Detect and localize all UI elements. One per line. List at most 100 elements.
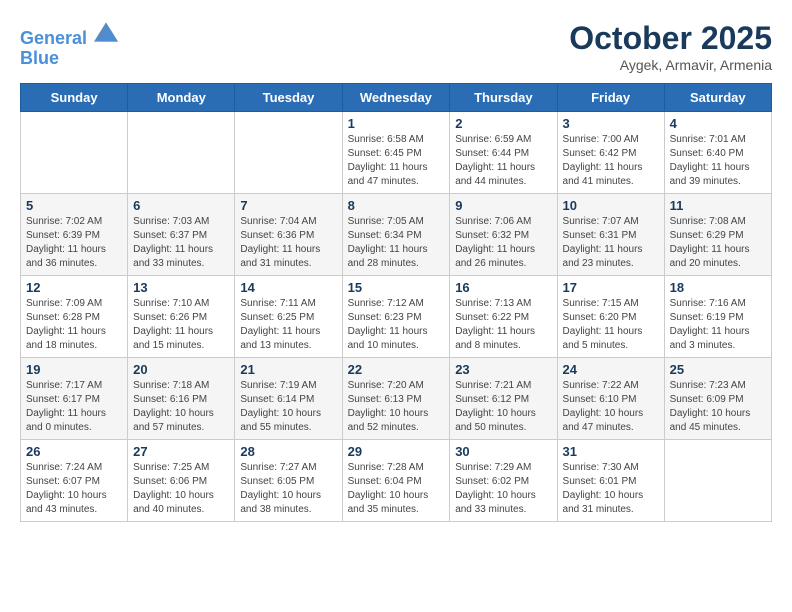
day-info: Sunrise: 7:16 AM Sunset: 6:19 PM Dayligh… xyxy=(670,297,766,353)
day-number: 29 xyxy=(348,444,445,459)
day-header-thursday: Thursday xyxy=(450,84,557,112)
calendar-cell: 22Sunrise: 7:20 AM Sunset: 6:13 PM Dayli… xyxy=(342,358,450,440)
calendar-cell: 14 Sunrise: 7:11 AM Sunset: 6:25 PM Dayli… xyxy=(235,276,342,358)
day-info: Sunrise: 7:24 AM Sunset: 6:07 PM Dayligh… xyxy=(26,461,122,517)
logo-icon xyxy=(94,20,118,44)
page-header: General Blue October 2025 Aygek, Armavir… xyxy=(20,20,772,73)
day-number: 2 xyxy=(455,116,551,131)
day-number: 3 xyxy=(563,116,659,131)
calendar-cell: 8 Sunrise: 7:05 AM Sunset: 6:34 PM Daylig… xyxy=(342,194,450,276)
calendar-cell: 25 Sunrise: 7:23 AM Sunset: 6:09 PM Dayli… xyxy=(664,358,771,440)
day-info: Sunrise: 6:59 AM Sunset: 6:44 PM Dayligh… xyxy=(455,133,551,189)
calendar-cell: 23Sunrise: 7:21 AM Sunset: 6:12 PM Dayli… xyxy=(450,358,557,440)
day-info: Sunrise: 7:03 AM Sunset: 6:37 PM Dayligh… xyxy=(133,215,229,271)
day-number: 27 xyxy=(133,444,229,459)
day-number: 13 xyxy=(133,280,229,295)
week-row-1: 1Sunrise: 6:58 AM Sunset: 6:45 PM Daylig… xyxy=(21,112,772,194)
day-info: Sunrise: 7:30 AM Sunset: 6:01 PM Dayligh… xyxy=(563,461,659,517)
day-info: Sunrise: 7:06 AM Sunset: 6:32 PM Dayligh… xyxy=(455,215,551,271)
day-info: Sunrise: 7:04 AM Sunset: 6:36 PM Dayligh… xyxy=(240,215,336,271)
calendar-cell xyxy=(21,112,128,194)
logo-blue: Blue xyxy=(20,48,59,68)
calendar-cell xyxy=(128,112,235,194)
calendar-cell: 5 Sunrise: 7:02 AM Sunset: 6:39 PM Daylig… xyxy=(21,194,128,276)
day-number: 21 xyxy=(240,362,336,377)
day-header-tuesday: Tuesday xyxy=(235,84,342,112)
day-number: 5 xyxy=(26,198,122,213)
day-info: Sunrise: 7:23 AM Sunset: 6:09 PM Dayligh… xyxy=(670,379,766,435)
week-row-4: 19Sunrise: 7:17 AM Sunset: 6:17 PM Dayli… xyxy=(21,358,772,440)
calendar-cell: 16Sunrise: 7:13 AM Sunset: 6:22 PM Dayli… xyxy=(450,276,557,358)
logo-general: General xyxy=(20,28,87,48)
day-info: Sunrise: 7:07 AM Sunset: 6:31 PM Dayligh… xyxy=(563,215,659,271)
logo-text: General Blue xyxy=(20,20,118,69)
day-header-wednesday: Wednesday xyxy=(342,84,450,112)
day-number: 9 xyxy=(455,198,551,213)
calendar-cell: 2 Sunrise: 6:59 AM Sunset: 6:44 PM Daylig… xyxy=(450,112,557,194)
day-info: Sunrise: 7:27 AM Sunset: 6:05 PM Dayligh… xyxy=(240,461,336,517)
day-number: 7 xyxy=(240,198,336,213)
calendar-cell: 3Sunrise: 7:00 AM Sunset: 6:42 PM Daylig… xyxy=(557,112,664,194)
day-info: Sunrise: 7:09 AM Sunset: 6:28 PM Dayligh… xyxy=(26,297,122,353)
day-number: 18 xyxy=(670,280,766,295)
day-info: Sunrise: 7:29 AM Sunset: 6:02 PM Dayligh… xyxy=(455,461,551,517)
calendar-cell: 15Sunrise: 7:12 AM Sunset: 6:23 PM Dayli… xyxy=(342,276,450,358)
day-number: 28 xyxy=(240,444,336,459)
day-number: 20 xyxy=(133,362,229,377)
day-number: 24 xyxy=(563,362,659,377)
day-info: Sunrise: 7:28 AM Sunset: 6:04 PM Dayligh… xyxy=(348,461,445,517)
day-number: 8 xyxy=(348,198,445,213)
day-number: 31 xyxy=(563,444,659,459)
header-row: SundayMondayTuesdayWednesdayThursdayFrid… xyxy=(21,84,772,112)
calendar-cell: 9 Sunrise: 7:06 AM Sunset: 6:32 PM Daylig… xyxy=(450,194,557,276)
week-row-5: 26 Sunrise: 7:24 AM Sunset: 6:07 PM Dayli… xyxy=(21,440,772,522)
day-number: 19 xyxy=(26,362,122,377)
calendar-cell: 31 Sunrise: 7:30 AM Sunset: 6:01 PM Dayli… xyxy=(557,440,664,522)
day-header-friday: Friday xyxy=(557,84,664,112)
day-info: Sunrise: 6:58 AM Sunset: 6:45 PM Dayligh… xyxy=(348,133,445,189)
calendar-cell: 19Sunrise: 7:17 AM Sunset: 6:17 PM Dayli… xyxy=(21,358,128,440)
day-number: 4 xyxy=(670,116,766,131)
calendar-cell xyxy=(235,112,342,194)
calendar-cell: 10Sunrise: 7:07 AM Sunset: 6:31 PM Dayli… xyxy=(557,194,664,276)
calendar-cell: 30Sunrise: 7:29 AM Sunset: 6:02 PM Dayli… xyxy=(450,440,557,522)
day-info: Sunrise: 7:19 AM Sunset: 6:14 PM Dayligh… xyxy=(240,379,336,435)
calendar-cell: 21 Sunrise: 7:19 AM Sunset: 6:14 PM Dayli… xyxy=(235,358,342,440)
day-info: Sunrise: 7:15 AM Sunset: 6:20 PM Dayligh… xyxy=(563,297,659,353)
calendar-cell: 1Sunrise: 6:58 AM Sunset: 6:45 PM Daylig… xyxy=(342,112,450,194)
month-title: October 2025 xyxy=(569,20,772,57)
day-info: Sunrise: 7:18 AM Sunset: 6:16 PM Dayligh… xyxy=(133,379,229,435)
calendar-cell: 7 Sunrise: 7:04 AM Sunset: 6:36 PM Daylig… xyxy=(235,194,342,276)
day-info: Sunrise: 7:21 AM Sunset: 6:12 PM Dayligh… xyxy=(455,379,551,435)
day-header-monday: Monday xyxy=(128,84,235,112)
day-number: 11 xyxy=(670,198,766,213)
day-info: Sunrise: 7:05 AM Sunset: 6:34 PM Dayligh… xyxy=(348,215,445,271)
day-info: Sunrise: 7:08 AM Sunset: 6:29 PM Dayligh… xyxy=(670,215,766,271)
day-info: Sunrise: 7:22 AM Sunset: 6:10 PM Dayligh… xyxy=(563,379,659,435)
day-info: Sunrise: 7:25 AM Sunset: 6:06 PM Dayligh… xyxy=(133,461,229,517)
day-number: 12 xyxy=(26,280,122,295)
day-header-saturday: Saturday xyxy=(664,84,771,112)
day-number: 14 xyxy=(240,280,336,295)
calendar-cell: 24 Sunrise: 7:22 AM Sunset: 6:10 PM Dayli… xyxy=(557,358,664,440)
calendar-cell: 4Sunrise: 7:01 AM Sunset: 6:40 PM Daylig… xyxy=(664,112,771,194)
day-number: 17 xyxy=(563,280,659,295)
calendar-cell: 12 Sunrise: 7:09 AM Sunset: 6:28 PM Dayli… xyxy=(21,276,128,358)
calendar-cell: 11 Sunrise: 7:08 AM Sunset: 6:29 PM Dayli… xyxy=(664,194,771,276)
calendar-cell xyxy=(664,440,771,522)
day-number: 25 xyxy=(670,362,766,377)
calendar-cell: 13Sunrise: 7:10 AM Sunset: 6:26 PM Dayli… xyxy=(128,276,235,358)
day-info: Sunrise: 7:12 AM Sunset: 6:23 PM Dayligh… xyxy=(348,297,445,353)
day-info: Sunrise: 7:11 AM Sunset: 6:25 PM Dayligh… xyxy=(240,297,336,353)
calendar-cell: 6 Sunrise: 7:03 AM Sunset: 6:37 PM Daylig… xyxy=(128,194,235,276)
day-info: Sunrise: 7:02 AM Sunset: 6:39 PM Dayligh… xyxy=(26,215,122,271)
week-row-3: 12 Sunrise: 7:09 AM Sunset: 6:28 PM Dayli… xyxy=(21,276,772,358)
day-header-sunday: Sunday xyxy=(21,84,128,112)
calendar-cell: 29 Sunrise: 7:28 AM Sunset: 6:04 PM Dayli… xyxy=(342,440,450,522)
title-block: October 2025 Aygek, Armavir, Armenia xyxy=(569,20,772,73)
day-number: 26 xyxy=(26,444,122,459)
calendar-cell: 20 Sunrise: 7:18 AM Sunset: 6:16 PM Dayli… xyxy=(128,358,235,440)
day-number: 6 xyxy=(133,198,229,213)
logo: General Blue xyxy=(20,20,118,69)
calendar-table: SundayMondayTuesdayWednesdayThursdayFrid… xyxy=(20,83,772,522)
